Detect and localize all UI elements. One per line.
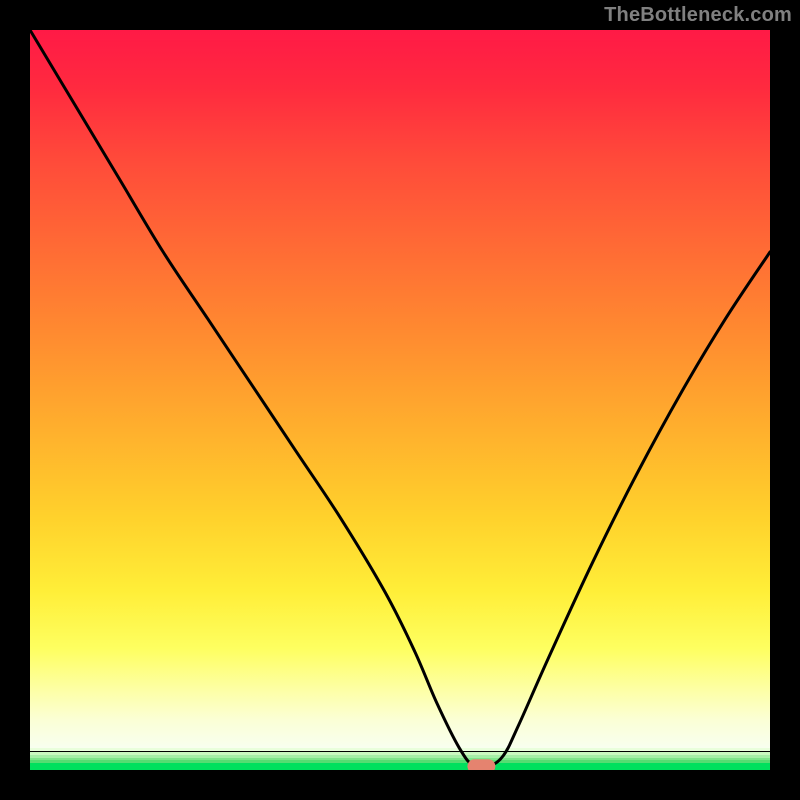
optimal-marker xyxy=(467,759,495,770)
plot-area xyxy=(30,30,770,770)
bottleneck-curve xyxy=(30,30,770,770)
chart-frame: TheBottleneck.com xyxy=(0,0,800,800)
watermark-text: TheBottleneck.com xyxy=(604,4,792,27)
